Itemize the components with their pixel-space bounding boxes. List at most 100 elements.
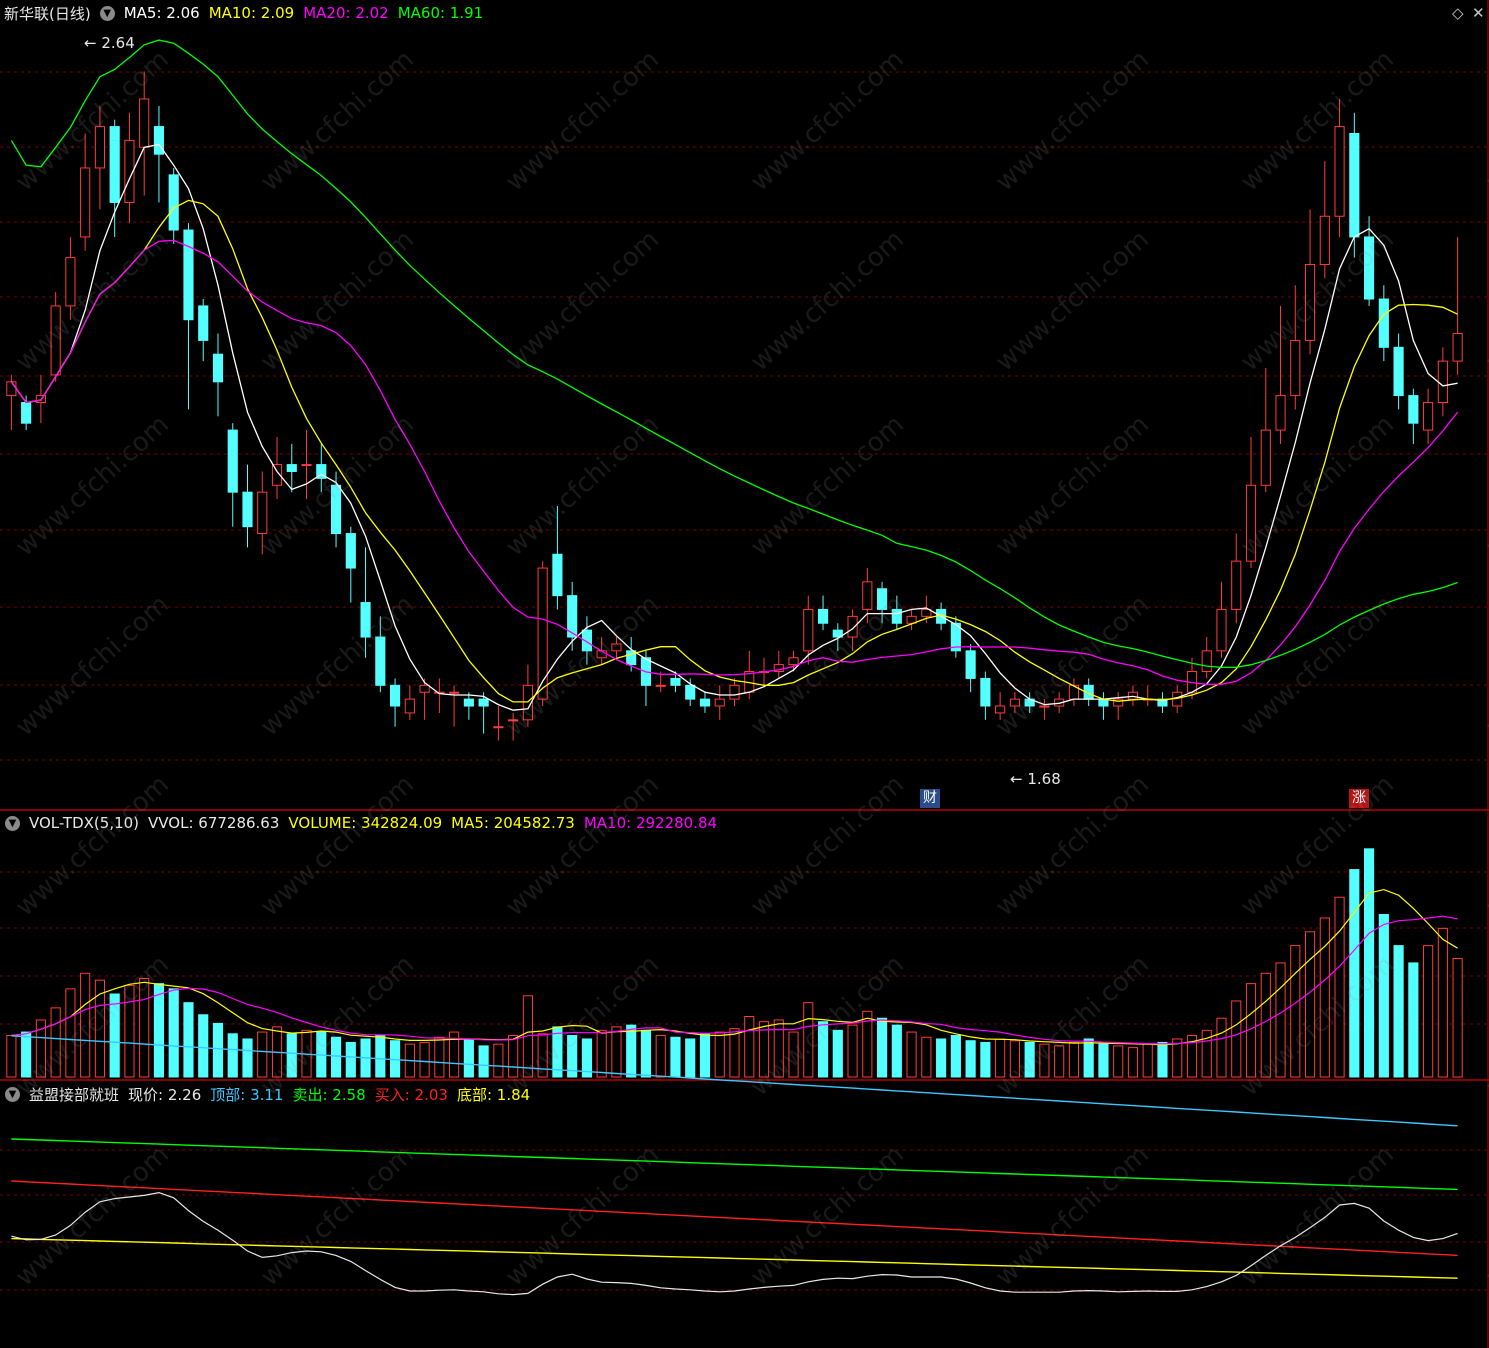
volume-bar-up	[803, 1002, 814, 1078]
candle-up	[1452, 333, 1463, 362]
high-marker: ← 2.64	[84, 34, 135, 52]
candle-down	[463, 698, 474, 707]
candle-up	[65, 257, 76, 307]
dropdown-circle-icon[interactable]: ▼	[99, 5, 115, 21]
candle-down	[286, 464, 297, 472]
stock-title[interactable]: 新华联(日线)	[4, 3, 91, 24]
volume-dropdown-icon[interactable]: ▼	[5, 815, 20, 831]
volume-bar-up	[1304, 931, 1316, 1078]
volume-bar-up	[537, 1033, 548, 1078]
volume-bar-up	[995, 1038, 1006, 1078]
volume-bar-down	[345, 1041, 356, 1078]
candle-down	[478, 698, 489, 707]
volume-bar-up	[1319, 917, 1330, 1078]
volume-bar-down	[1393, 945, 1404, 1078]
vol-indicator-name[interactable]: VOL-TDX(5,10)	[29, 814, 139, 832]
volume-bar-up	[1113, 1045, 1124, 1078]
volume-panel-header: ▼ VOL-TDX(5,10) VVOL: 677286.63 VOLUME: …	[0, 811, 726, 835]
volume-bar-up	[1216, 1017, 1227, 1078]
volume-bar-down	[980, 1041, 991, 1078]
volume-bar-down	[1157, 1041, 1168, 1078]
candle-up	[301, 464, 312, 467]
volume-bar-up	[94, 979, 105, 1078]
candle-down	[552, 553, 563, 597]
candle-down	[980, 677, 991, 707]
candle-down	[375, 636, 386, 686]
candle-down	[345, 533, 356, 569]
volume-bar-up	[788, 1031, 799, 1078]
candle-up	[862, 581, 873, 610]
volume-bar-down	[670, 1036, 681, 1078]
main-panel-header: 新华联(日线) ▼ MA5: 2.06 MA10: 2.09 MA20: 2.0…	[0, 1, 492, 25]
candle-up	[1334, 126, 1345, 217]
candle-up	[404, 698, 415, 714]
volume-bar-up	[124, 984, 135, 1078]
candle-up	[1245, 484, 1257, 562]
volume-bar-down	[877, 1017, 888, 1078]
candle-down	[168, 174, 179, 231]
bottom-label: 底部: 1.84	[456, 1085, 531, 1104]
volume-bar-up	[1172, 1038, 1183, 1078]
candle-down	[390, 684, 401, 707]
candle-down	[198, 305, 209, 341]
volume-bar-up	[1009, 1040, 1020, 1078]
candle-up	[729, 684, 740, 700]
volume-bar-up	[80, 972, 91, 1078]
candle-up	[1275, 395, 1286, 431]
candle-down	[891, 608, 902, 624]
volume-bar-down	[242, 1038, 253, 1078]
volume-bar-down	[1408, 962, 1419, 1078]
candle-up	[1216, 608, 1227, 652]
vol-ma5-label: MA5: 204582.73	[451, 814, 575, 832]
candle-up	[1039, 705, 1050, 708]
candle-down	[183, 229, 194, 321]
volume-bar-down	[685, 1038, 696, 1078]
top-label: 顶部: 3.11	[210, 1085, 284, 1104]
volume-bar-down	[168, 988, 179, 1078]
volume-bar-up	[1231, 1000, 1242, 1078]
volume-bar-down	[832, 1029, 843, 1078]
volume-bar-down	[965, 1040, 976, 1078]
volume-bar-down	[1024, 1041, 1035, 1078]
indicator-name[interactable]: 益盟接部就班	[29, 1084, 119, 1105]
sell-band-line	[11, 1138, 1458, 1191]
close-icon[interactable]: ✕	[1472, 4, 1485, 22]
volume-bar-down	[640, 1029, 652, 1078]
low-marker-value: 1.68	[1027, 770, 1061, 788]
ma5-label: MA5: 2.06	[123, 4, 200, 22]
indicator-dropdown-icon[interactable]: ▼	[5, 1086, 20, 1102]
candle-up	[257, 491, 268, 535]
candle-up	[449, 691, 460, 694]
volume-bar-up	[596, 1029, 607, 1078]
volume-bar-up	[50, 1007, 61, 1078]
rise-tag[interactable]: 涨	[1349, 789, 1369, 808]
candle-up	[655, 684, 666, 687]
candle-up	[6, 381, 17, 397]
volume-bar-down	[699, 1033, 711, 1078]
candle-up	[139, 98, 150, 148]
volume-bar-up	[257, 1031, 268, 1078]
volume-label: VOLUME: 342824.09	[288, 814, 443, 832]
volume-bar-up	[139, 977, 150, 1078]
volume-bar-up	[1039, 1043, 1050, 1078]
low-marker: ← 1.68	[1010, 770, 1061, 788]
volume-bar-up	[1334, 896, 1345, 1078]
candle-down	[817, 608, 829, 624]
candle-up	[537, 567, 548, 700]
candle-up	[94, 126, 105, 169]
volume-bar-down	[330, 1036, 342, 1078]
volume-bar-up	[714, 1031, 725, 1078]
finance-tag[interactable]: 财	[920, 789, 940, 808]
candle-down	[1364, 236, 1375, 300]
volume-bar-up	[1423, 945, 1434, 1078]
candle-up	[1423, 402, 1434, 431]
ma20-label: MA20: 2.02	[303, 4, 389, 22]
volume-bar-down	[1378, 914, 1389, 1078]
diamond-icon[interactable]: ◇	[1452, 4, 1464, 22]
volume-bar-up	[1275, 962, 1286, 1078]
candle-up	[1304, 264, 1316, 341]
chart-canvas	[0, 0, 1489, 1348]
volume-bar-up	[611, 1026, 622, 1078]
candle-up	[508, 719, 519, 722]
candle-up	[788, 657, 799, 666]
